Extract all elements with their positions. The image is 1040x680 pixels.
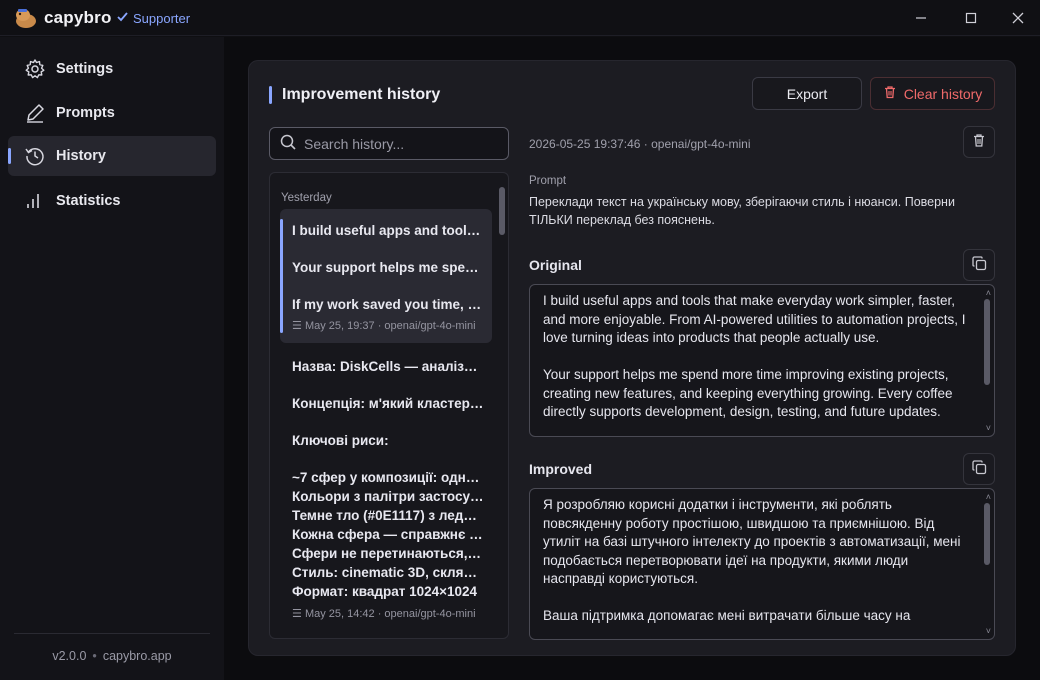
gear-icon: [24, 58, 46, 80]
copy-original-button[interactable]: [963, 249, 995, 281]
sidebar-item-label: Prompts: [56, 105, 115, 121]
scroll-down-arrow[interactable]: ˅: [986, 424, 991, 433]
sidebar-divider: [14, 633, 210, 634]
clear-history-button[interactable]: Clear history: [870, 77, 995, 110]
sidebar-item-history[interactable]: History: [8, 136, 216, 176]
bar-chart-icon: [24, 190, 46, 212]
prompt-label: Prompt: [529, 175, 567, 187]
history-icon: [24, 145, 46, 167]
entry-line: Стиль: cinematic 3D, скляні матеріали: [292, 565, 484, 580]
original-label: Original: [529, 257, 582, 273]
search-icon: [280, 134, 296, 153]
sidebar-item-prompts[interactable]: Prompts: [8, 93, 216, 133]
scroll-up-arrow[interactable]: ˄: [986, 289, 991, 298]
entry-line: If my work saved you time, consider buyi…: [292, 297, 484, 312]
entry-line: Темне тло (#0E1117) з ледь помітним: [292, 508, 484, 523]
check-icon: [116, 10, 129, 26]
entry-line: Концепція: м'який кластер сфер: [292, 396, 484, 411]
site-link[interactable]: capybro.app: [103, 649, 172, 663]
original-text: I build useful apps and tools that make …: [543, 293, 966, 419]
page-title: Improvement history: [269, 85, 440, 105]
brand: capybro: [14, 7, 112, 29]
prompt-text: Переклади текст на українську мову, збер…: [529, 195, 955, 227]
history-entry[interactable]: Назва: DiskCells — аналізатор диска Конц…: [280, 351, 492, 621]
entry-line: I build useful apps and tools that make …: [292, 223, 484, 238]
delete-entry-button[interactable]: [963, 126, 995, 158]
close-window-button[interactable]: [1005, 6, 1031, 30]
list-icon: ☰: [292, 608, 302, 620]
list-scrollbar[interactable]: [499, 187, 505, 235]
sidebar-item-label: History: [56, 148, 106, 164]
improved-text: Я розробляю корисні додатки і інструмент…: [543, 497, 961, 623]
improved-scrollbar[interactable]: [984, 503, 990, 565]
original-textarea[interactable]: I build useful apps and tools that make …: [529, 284, 995, 437]
entry-line: Назва: DiskCells — аналізатор диска: [292, 359, 484, 374]
entry-line: Ключові риси:: [292, 433, 389, 448]
copy-icon: [971, 460, 987, 478]
entry-line: Кольори з палітри застосунку: [292, 489, 484, 504]
sidebar-item-settings[interactable]: Settings: [8, 49, 216, 89]
sidebar-item-statistics[interactable]: Statistics: [8, 181, 216, 221]
title-bar: capybro Supporter: [0, 0, 1040, 36]
entry-line: Сфери не перетинаються, а торкаються: [292, 546, 484, 561]
history-list: Yesterday I build useful apps and tools …: [269, 172, 509, 639]
app-version: v2.0.0: [52, 649, 87, 663]
history-entry[interactable]: I build useful apps and tools that make …: [280, 209, 492, 343]
maximize-button[interactable]: [958, 6, 984, 30]
scroll-up-arrow[interactable]: ˄: [986, 493, 991, 502]
history-panel: Improvement history Export Clear history…: [248, 60, 1016, 656]
trash-icon: [883, 85, 897, 102]
improved-label: Improved: [529, 461, 593, 477]
sidebar-item-label: Settings: [56, 61, 114, 77]
entry-line: Кожна сфера — справжнє скло: [292, 527, 484, 542]
sidebar-footer: v2.0.0 • capybro.app: [52, 649, 172, 663]
original-scrollbar[interactable]: [984, 299, 990, 385]
copy-icon: [971, 256, 987, 274]
supporter-label: Supporter: [133, 10, 191, 26]
minimize-button[interactable]: [908, 6, 934, 30]
entry-line: Your support helps me spend more time im…: [292, 260, 484, 275]
sidebar-item-label: Statistics: [56, 193, 121, 209]
capybara-logo-icon: [14, 7, 38, 29]
search-input[interactable]: [304, 135, 494, 152]
sidebar: Settings Prompts History Statistics v2.0…: [0, 37, 224, 680]
group-label: Yesterday: [281, 192, 332, 204]
brand-name: capybro: [44, 8, 112, 27]
main-area: Improvement history Export Clear history…: [224, 37, 1040, 680]
entry-timestamp: 2026-05-25 19:37:46 · openai/gpt-4o-mini: [529, 137, 751, 151]
entry-meta: ☰ May 25, 19:37 · openai/gpt-4o-mini: [292, 320, 476, 332]
copy-improved-button[interactable]: [963, 453, 995, 485]
improved-textarea[interactable]: Я розробляю корисні додатки і інструмент…: [529, 488, 995, 640]
supporter-badge: Supporter: [116, 10, 190, 26]
export-button[interactable]: Export: [752, 77, 862, 110]
entry-meta: ☰ May 25, 14:42 · openai/gpt-4o-mini: [292, 608, 476, 620]
entry-line: Формат: квадрат 1024×1024: [292, 584, 478, 599]
entry-line: ~7 сфер у композиції: одна велика: [292, 470, 484, 485]
trash-icon: [972, 133, 986, 151]
pen-icon: [24, 102, 46, 124]
list-icon: ☰: [292, 320, 302, 332]
search-box: [269, 127, 509, 160]
scroll-down-arrow[interactable]: ˅: [986, 627, 991, 636]
